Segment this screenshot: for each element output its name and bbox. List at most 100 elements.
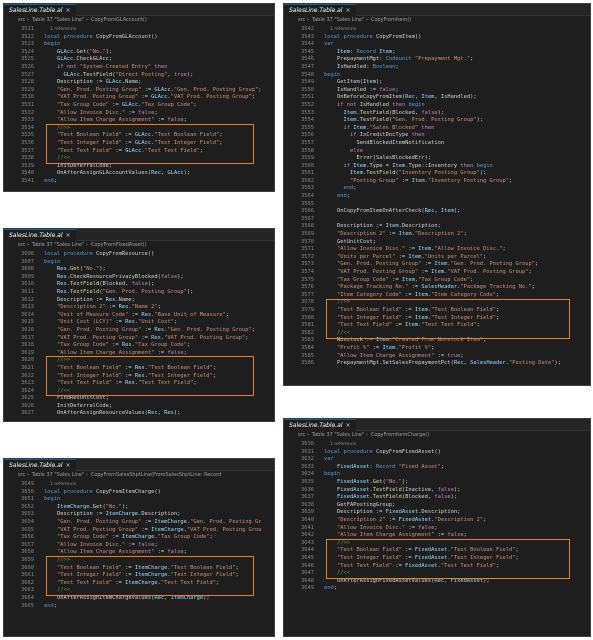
breadcrumb-item[interactable]: CopyFromSalesShptLine(FromSalesShptLine:… bbox=[91, 472, 221, 478]
code-text: begin bbox=[44, 496, 61, 503]
tab-saleslinetable[interactable]: SalesLine.Table.al × bbox=[284, 4, 356, 16]
breadcrumb-item[interactable]: Table 37 "Sales Line" › bbox=[312, 17, 368, 23]
breadcrumb-item[interactable]: Table 37 "Sales Line" › bbox=[312, 432, 368, 438]
breadcrumb-item[interactable]: src › bbox=[18, 17, 29, 23]
breadcrumb-item[interactable]: src › bbox=[298, 17, 309, 23]
code-text: end; bbox=[324, 585, 337, 592]
line-number: 3521 bbox=[21, 26, 34, 32]
code-text: Item.TestField(Blocked, false); bbox=[343, 109, 445, 116]
close-icon[interactable]: × bbox=[66, 460, 71, 471]
code-text: "VAT Prod. Posting Group" := ItemCharge.… bbox=[56, 526, 262, 533]
tab-saleslinetable[interactable]: SalesLine.Table.al × bbox=[4, 459, 76, 471]
tab-label: SalesLine.Table.al bbox=[289, 6, 343, 14]
code-text: Description := Res.Name; bbox=[56, 296, 135, 303]
line-number: 3656 bbox=[21, 534, 34, 541]
code-text: end; bbox=[343, 185, 357, 192]
line-number: 3612 bbox=[21, 296, 34, 303]
line-number: 3640 bbox=[301, 516, 314, 523]
codelens-reference[interactable]: 1 reference bbox=[324, 26, 356, 34]
line-number: 3624 bbox=[21, 387, 34, 394]
code-line: 3558 else bbox=[284, 148, 590, 156]
code-line: 3570 GetUnitCost; bbox=[284, 239, 590, 247]
code-text: local procedure CopyFromItemCharge() bbox=[44, 488, 161, 495]
code-text: "Tax Group Code" := Item."Tax Group Code… bbox=[336, 276, 474, 283]
line-number: 3529 bbox=[21, 86, 34, 93]
tab-saleslinetable[interactable]: SalesLine.Table.al × bbox=[4, 4, 76, 16]
code-text: local procedure CopyFromResource() bbox=[44, 251, 155, 257]
code-line: 3564 end; bbox=[284, 193, 590, 201]
code-text: Description := FixedAsset.Description; bbox=[336, 509, 461, 516]
code-line: 3543 local procedure CopyFromItem() bbox=[284, 34, 590, 42]
code-line: 3559 Error(SalesBlockedErr); bbox=[284, 155, 590, 163]
breadcrumb-item[interactable]: Table 37 "Sales Line" › bbox=[32, 242, 88, 248]
code-line: 3552 if not IsHandled then begin bbox=[284, 102, 590, 110]
code-line: 3544 var bbox=[284, 41, 590, 49]
close-icon[interactable]: × bbox=[66, 230, 71, 241]
line-number: 3566 bbox=[301, 208, 314, 215]
code-text: "Description 2" := Item."Description 2"; bbox=[336, 231, 467, 238]
line-number: 3570 bbox=[301, 238, 314, 245]
code-line: 3627 OnAfterAssignResourceValues(Rec, Re… bbox=[4, 410, 274, 418]
close-icon[interactable]: × bbox=[66, 5, 71, 16]
line-number: 3649 bbox=[301, 585, 314, 592]
breadcrumb: src › Table 37 "Sales Line" › CopyFromItem… bbox=[284, 16, 590, 25]
code-text: var bbox=[324, 456, 334, 463]
breadcrumb-item[interactable]: src › bbox=[298, 432, 309, 438]
code-text: GetFAPostingGroup; bbox=[336, 501, 396, 508]
code-line: 3523 begin bbox=[4, 41, 274, 49]
breadcrumb-item[interactable]: src › bbox=[18, 472, 29, 478]
breadcrumb-item[interactable]: CopyFromItem() bbox=[371, 17, 411, 23]
breadcrumb-item[interactable]: src › bbox=[18, 242, 29, 248]
codelens-reference[interactable]: 1 reference bbox=[44, 481, 76, 489]
code-text: ItemCharge.Get("No."); bbox=[56, 503, 129, 510]
code-line: 3562 "Posting Group" := Item."Inventory … bbox=[284, 178, 590, 186]
code-text: "Description 2" := FixedAsset."Descripti… bbox=[336, 516, 487, 523]
editor-panel-copyfromitem: SalesLine.Table.al × src › Table 37 "Sales … bbox=[283, 3, 591, 386]
code-text: GetItem(Item); bbox=[336, 79, 383, 86]
code-line: 3567 bbox=[284, 216, 590, 224]
code-line: 3547 IsHandled: Boolean; bbox=[284, 64, 590, 72]
line-number: 3527 bbox=[21, 71, 34, 78]
breadcrumb-item[interactable]: CopyFromGLAccount() bbox=[91, 17, 147, 23]
breadcrumb-item[interactable]: CopyFromItemCharge() bbox=[371, 432, 429, 438]
code-text: "Allow Invoice Disc." := false; bbox=[56, 109, 158, 116]
tab-saleslinetable[interactable]: SalesLine.Table.al × bbox=[284, 419, 356, 431]
code-text: Item.TestField("Gen. Prod. Posting Group… bbox=[343, 117, 484, 124]
line-number: 3582 bbox=[301, 329, 314, 336]
line-number: 3580 bbox=[301, 314, 314, 321]
line-number: 3569 bbox=[301, 231, 314, 238]
code-line: 3586 PrepaymentMgt.SetSalesPrepaymentPct… bbox=[284, 360, 590, 368]
codelens-reference[interactable]: 1 reference bbox=[324, 441, 356, 449]
tab-label: SalesLine.Table.al bbox=[9, 6, 63, 14]
code-line: 3630 1 reference bbox=[284, 441, 590, 449]
code-line: 3635 FixedAsset.Get("No."); bbox=[284, 479, 590, 487]
code-line: 3550 IsHandled := false; bbox=[284, 87, 590, 95]
codelens-reference[interactable]: 1 reference bbox=[44, 26, 76, 34]
code-text: begin bbox=[44, 41, 61, 48]
code-line: 3568 Description := Item.Description; bbox=[284, 223, 590, 231]
breadcrumb-item[interactable]: Table 37 "Sales Line" › bbox=[32, 472, 88, 478]
code-text: FixedAsset.Get("No."); bbox=[336, 478, 409, 485]
code-text: Res.CheckResourcePrivacyBlocked(false); bbox=[56, 273, 184, 280]
code-text: "Unit of Measure Code" := Res."Base Unit… bbox=[56, 311, 230, 318]
line-number: 3559 bbox=[301, 155, 314, 162]
code-line: 3561 Item.TestField("Inventory Posting G… bbox=[284, 170, 590, 178]
code-line: 3607 begin bbox=[4, 259, 274, 267]
line-number: 3553 bbox=[301, 109, 314, 116]
line-number: 3555 bbox=[301, 124, 314, 131]
code-line: 3551 OnBeforeCopyFromItem(Rec, Item, IsH… bbox=[284, 94, 590, 102]
line-number: 3549 bbox=[301, 79, 314, 86]
code-line: 3606 local procedure CopyFromResource() bbox=[4, 251, 274, 259]
code-text: "Gen. Prod. Posting Group" := Res."Gen. … bbox=[56, 326, 255, 333]
code-text: FindResUnitCost; bbox=[56, 395, 109, 402]
line-number: 3533 bbox=[21, 117, 34, 124]
close-icon[interactable]: × bbox=[346, 5, 351, 16]
close-icon[interactable]: × bbox=[346, 420, 351, 431]
code-text: begin bbox=[324, 71, 341, 78]
breadcrumb-item[interactable]: CopyFromFixedAsset() bbox=[91, 242, 147, 248]
tab-saleslinetable[interactable]: SalesLine.Table.al × bbox=[4, 229, 76, 241]
line-number: 3581 bbox=[301, 322, 314, 329]
breadcrumb-item[interactable]: Table 37 "Sales Line" › bbox=[32, 17, 88, 23]
code-text: FixedAsset: Record "Fixed Asset"; bbox=[336, 463, 445, 470]
code-line: 3651 begin bbox=[4, 496, 274, 504]
